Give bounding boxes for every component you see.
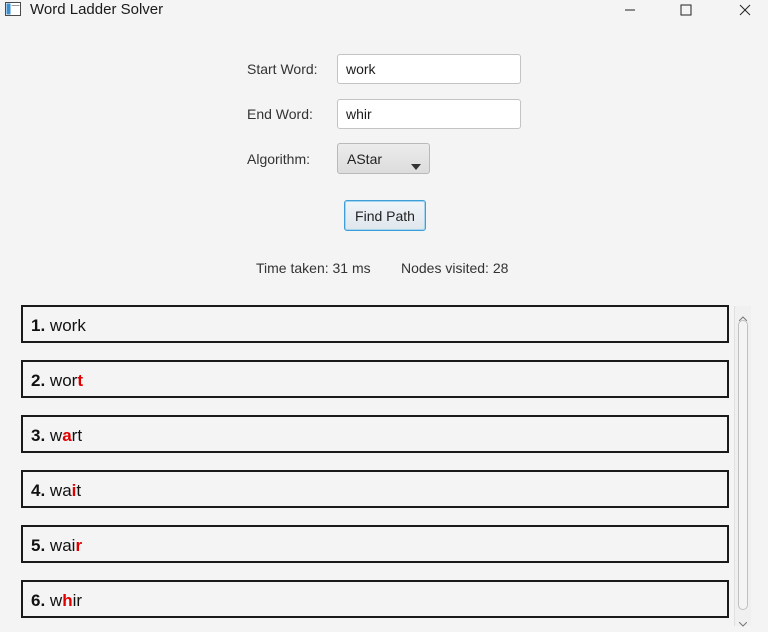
word-part: work (49, 316, 86, 335)
step-text: 4. wait (31, 481, 81, 501)
minimize-button[interactable] (607, 0, 653, 20)
list-item: 6. whir (21, 580, 729, 618)
list-item: 5. wair (21, 525, 729, 563)
scrollbar-thumb[interactable] (738, 320, 748, 610)
word-part: wa (49, 481, 72, 500)
word-part: w (49, 591, 63, 610)
title-bar: Word Ladder Solver (0, 0, 768, 20)
chevron-down-icon (411, 157, 421, 175)
start-word-label: Start Word: (247, 61, 318, 77)
changed-letter: h (62, 591, 73, 610)
scroll-down-icon[interactable] (738, 614, 748, 632)
step-number: 2. (31, 371, 46, 390)
algorithm-value: AStar (347, 151, 383, 167)
results-list[interactable]: 1. work 2. wort 3. wart 4. wait 5. wair … (19, 304, 734, 632)
word-part: rt (71, 426, 83, 445)
time-taken-text: Time taken: 31 ms (256, 260, 371, 276)
nodes-visited-text: Nodes visited: 28 (401, 260, 509, 276)
maximize-button[interactable] (663, 0, 709, 20)
end-word-input[interactable] (337, 99, 521, 129)
word-part: ir (72, 591, 83, 610)
start-word-input[interactable] (337, 54, 521, 84)
step-text: 6. whir (31, 591, 82, 611)
step-number: 6. (31, 591, 46, 610)
list-item: 3. wart (21, 415, 729, 453)
step-text: 1. work (31, 316, 86, 336)
step-text: 2. wort (31, 371, 83, 391)
results-scrollbar[interactable] (734, 306, 751, 627)
step-number: 1. (31, 316, 46, 335)
maximize-icon (680, 4, 692, 16)
changed-letter: a (62, 426, 72, 445)
minimize-icon (624, 4, 636, 16)
step-number: 5. (31, 536, 46, 555)
list-item: 1. work (21, 305, 729, 343)
algorithm-select[interactable]: AStar (337, 143, 430, 174)
step-text: 3. wart (31, 426, 82, 446)
list-item: 4. wait (21, 470, 729, 508)
app-icon (5, 2, 21, 16)
word-part: w (49, 426, 63, 445)
algorithm-label: Algorithm: (247, 151, 311, 167)
step-text: 5. wair (31, 536, 82, 556)
changed-letter: r (75, 536, 83, 555)
close-icon (739, 4, 751, 16)
changed-letter: t (77, 371, 83, 390)
step-number: 4. (31, 481, 46, 500)
word-part: t (76, 481, 82, 500)
word-part: wai (49, 536, 76, 555)
close-button[interactable] (722, 0, 768, 20)
step-number: 3. (31, 426, 46, 445)
word-part: wor (49, 371, 78, 390)
find-path-button[interactable]: Find Path (344, 200, 426, 231)
window-title: Word Ladder Solver (30, 1, 164, 18)
end-word-label: End Word: (247, 106, 313, 122)
list-item: 2. wort (21, 360, 729, 398)
